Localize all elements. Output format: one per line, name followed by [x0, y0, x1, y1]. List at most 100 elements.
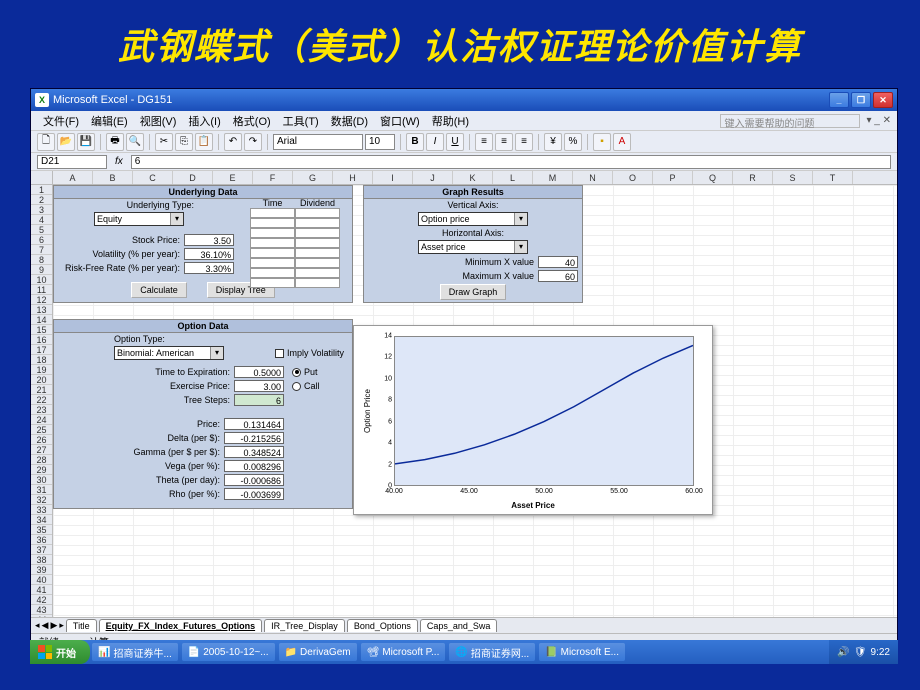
row-header[interactable]: 3 [31, 205, 52, 215]
column-header[interactable]: F [253, 171, 293, 184]
volatility-input[interactable]: 36.10% [184, 248, 234, 260]
option-type-dropdown[interactable]: Binomial: American [114, 346, 224, 360]
font-name-box[interactable]: Arial [273, 134, 363, 150]
row-header[interactable]: 21 [31, 385, 52, 395]
column-header[interactable]: D [173, 171, 213, 184]
row-header[interactable]: 22 [31, 395, 52, 405]
haxis-dropdown[interactable]: Asset price [418, 240, 528, 254]
row-header[interactable]: 5 [31, 225, 52, 235]
sheet-tab-title[interactable]: Title [66, 619, 97, 632]
align-center-icon[interactable]: ≡ [495, 133, 513, 151]
column-header[interactable]: G [293, 171, 333, 184]
bold-icon[interactable]: B [406, 133, 424, 151]
row-header[interactable]: 28 [31, 455, 52, 465]
menu-format[interactable]: 格式(O) [227, 111, 277, 131]
column-header[interactable]: N [573, 171, 613, 184]
task-item[interactable]: 📄2005-10-12~... [182, 643, 275, 661]
menu-window[interactable]: 窗口(W) [374, 111, 426, 131]
row-header[interactable]: 9 [31, 265, 52, 275]
redo-icon[interactable]: ↷ [244, 133, 262, 151]
task-item[interactable]: 🌐招商证券网... [449, 643, 535, 661]
row-header[interactable]: 27 [31, 445, 52, 455]
sheet-tab-equity[interactable]: Equity_FX_Index_Futures_Options [99, 619, 263, 632]
currency-icon[interactable]: ¥ [544, 133, 562, 151]
row-header[interactable]: 39 [31, 565, 52, 575]
column-header[interactable]: Q [693, 171, 733, 184]
imply-volatility-checkbox[interactable] [275, 349, 284, 358]
row-header[interactable]: 1 [31, 185, 52, 195]
row-header[interactable]: 13 [31, 305, 52, 315]
cut-icon[interactable]: ✂ [155, 133, 173, 151]
row-header[interactable]: 41 [31, 585, 52, 595]
task-item[interactable]: 📗Microsoft E... [539, 643, 625, 661]
italic-icon[interactable]: I [426, 133, 444, 151]
call-radio[interactable] [292, 382, 301, 391]
tab-nav-first[interactable]: ◂ [35, 620, 40, 631]
steps-input[interactable]: 6 [234, 394, 284, 406]
copy-icon[interactable]: ⎘ [175, 133, 193, 151]
column-header[interactable]: S [773, 171, 813, 184]
minx-input[interactable]: 40 [538, 256, 578, 268]
row-header[interactable]: 20 [31, 375, 52, 385]
new-icon[interactable]: 🗋 [37, 133, 55, 151]
help-search-box[interactable]: 键入需要帮助的问题 [720, 114, 860, 128]
stock-price-input[interactable]: 3.50 [184, 234, 234, 246]
row-header[interactable]: 10 [31, 275, 52, 285]
sheet-tab-caps[interactable]: Caps_and_Swa [420, 619, 498, 632]
row-header[interactable]: 34 [31, 515, 52, 525]
row-header[interactable]: 11 [31, 285, 52, 295]
row-header[interactable]: 29 [31, 465, 52, 475]
row-header[interactable]: 15 [31, 325, 52, 335]
column-header[interactable]: E [213, 171, 253, 184]
formula-bar[interactable]: 6 [131, 155, 891, 169]
preview-icon[interactable]: 🔍 [126, 133, 144, 151]
chart[interactable]: Option Price 02468101214 40.0045.0050.00… [353, 325, 713, 515]
tab-nav-prev[interactable]: ◀ [42, 620, 49, 631]
row-header[interactable]: 31 [31, 485, 52, 495]
menu-edit[interactable]: 编辑(E) [85, 111, 134, 131]
menu-insert[interactable]: 插入(I) [182, 111, 226, 131]
row-header[interactable]: 8 [31, 255, 52, 265]
minimize-button[interactable]: _ [829, 92, 849, 108]
select-all-corner[interactable] [31, 171, 53, 184]
riskfree-input[interactable]: 3.30% [184, 262, 234, 274]
row-header[interactable]: 33 [31, 505, 52, 515]
menu-help[interactable]: 帮助(H) [426, 111, 475, 131]
row-header[interactable]: 24 [31, 415, 52, 425]
draw-graph-button[interactable]: Draw Graph [440, 284, 507, 300]
row-header[interactable]: 26 [31, 435, 52, 445]
row-header[interactable]: 23 [31, 405, 52, 415]
start-button[interactable]: 开始 [30, 640, 90, 664]
align-left-icon[interactable]: ≡ [475, 133, 493, 151]
column-header[interactable]: M [533, 171, 573, 184]
row-header[interactable]: 37 [31, 545, 52, 555]
column-header[interactable]: J [413, 171, 453, 184]
row-header[interactable]: 19 [31, 365, 52, 375]
font-size-box[interactable]: 10 [365, 134, 395, 150]
system-tray[interactable]: 🔊 🛡 9:22 [829, 640, 898, 664]
row-header[interactable]: 44 [31, 615, 52, 617]
column-header[interactable]: P [653, 171, 693, 184]
row-header[interactable]: 30 [31, 475, 52, 485]
sheet-tab-ir-tree[interactable]: IR_Tree_Display [264, 619, 345, 632]
save-icon[interactable]: 💾 [77, 133, 95, 151]
tab-nav-next[interactable]: ▶ [50, 620, 57, 631]
row-header[interactable]: 17 [31, 345, 52, 355]
row-header[interactable]: 14 [31, 315, 52, 325]
print-icon[interactable]: 🖶 [106, 133, 124, 151]
vaxis-dropdown[interactable]: Option price [418, 212, 528, 226]
tte-input[interactable]: 0.5000 [234, 366, 284, 378]
row-header[interactable]: 4 [31, 215, 52, 225]
row-header[interactable]: 38 [31, 555, 52, 565]
fx-icon[interactable]: fx [115, 156, 123, 167]
row-header[interactable]: 42 [31, 595, 52, 605]
clock[interactable]: 9:22 [871, 647, 890, 658]
close-button[interactable]: ✕ [873, 92, 893, 108]
strike-input[interactable]: 3.00 [234, 380, 284, 392]
column-header[interactable]: A [53, 171, 93, 184]
underlying-type-dropdown[interactable]: Equity [94, 212, 184, 226]
column-header[interactable]: C [133, 171, 173, 184]
column-header[interactable]: T [813, 171, 853, 184]
dividend-cell[interactable] [295, 208, 340, 218]
align-right-icon[interactable]: ≡ [515, 133, 533, 151]
